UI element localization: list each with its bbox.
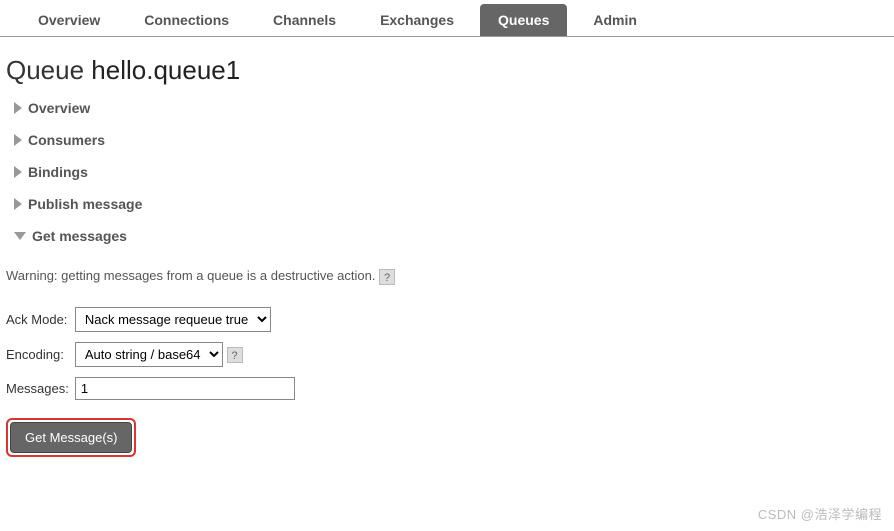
- help-icon[interactable]: ?: [227, 347, 243, 363]
- caret-right-icon: [14, 166, 22, 178]
- caret-down-icon: [14, 232, 26, 240]
- caret-right-icon: [14, 102, 22, 114]
- section-get-messages[interactable]: Get messages: [14, 228, 894, 244]
- tab-queues[interactable]: Queues: [480, 4, 567, 36]
- warning-text: Warning: getting messages from a queue i…: [6, 268, 375, 283]
- section-get-label: Get messages: [32, 228, 127, 244]
- ack-mode-label: Ack Mode:: [6, 305, 75, 334]
- caret-right-icon: [14, 198, 22, 210]
- main-tabs: Overview Connections Channels Exchanges …: [0, 0, 894, 37]
- queue-name: hello.queue1: [91, 55, 240, 85]
- title-prefix: Queue: [6, 55, 91, 85]
- tab-exchanges[interactable]: Exchanges: [362, 4, 472, 36]
- encoding-select[interactable]: Auto string / base64: [75, 342, 223, 367]
- encoding-label: Encoding:: [6, 340, 75, 369]
- section-overview[interactable]: Overview: [14, 100, 894, 116]
- section-bindings-label: Bindings: [28, 164, 88, 180]
- section-bindings[interactable]: Bindings: [14, 164, 894, 180]
- ack-mode-select[interactable]: Nack message requeue true: [75, 307, 271, 332]
- get-messages-button[interactable]: Get Message(s): [10, 422, 132, 453]
- get-button-highlight: Get Message(s): [6, 418, 136, 457]
- section-consumers-label: Consumers: [28, 132, 105, 148]
- section-overview-label: Overview: [28, 100, 90, 116]
- tab-overview[interactable]: Overview: [20, 4, 118, 36]
- get-messages-form: Ack Mode: Nack message requeue true Enco…: [6, 299, 301, 408]
- messages-label: Messages:: [6, 375, 75, 402]
- caret-right-icon: [14, 134, 22, 146]
- section-consumers[interactable]: Consumers: [14, 132, 894, 148]
- tab-channels[interactable]: Channels: [255, 4, 354, 36]
- section-publish-label: Publish message: [28, 196, 142, 212]
- warning-row: Warning: getting messages from a queue i…: [6, 268, 894, 285]
- messages-input[interactable]: [75, 377, 295, 400]
- page-title: Queue hello.queue1: [6, 55, 894, 86]
- watermark: CSDN @浩泽学编程: [758, 504, 882, 523]
- section-publish-message[interactable]: Publish message: [14, 196, 894, 212]
- help-icon[interactable]: ?: [379, 269, 395, 285]
- tab-admin[interactable]: Admin: [575, 4, 655, 36]
- tab-connections[interactable]: Connections: [126, 4, 247, 36]
